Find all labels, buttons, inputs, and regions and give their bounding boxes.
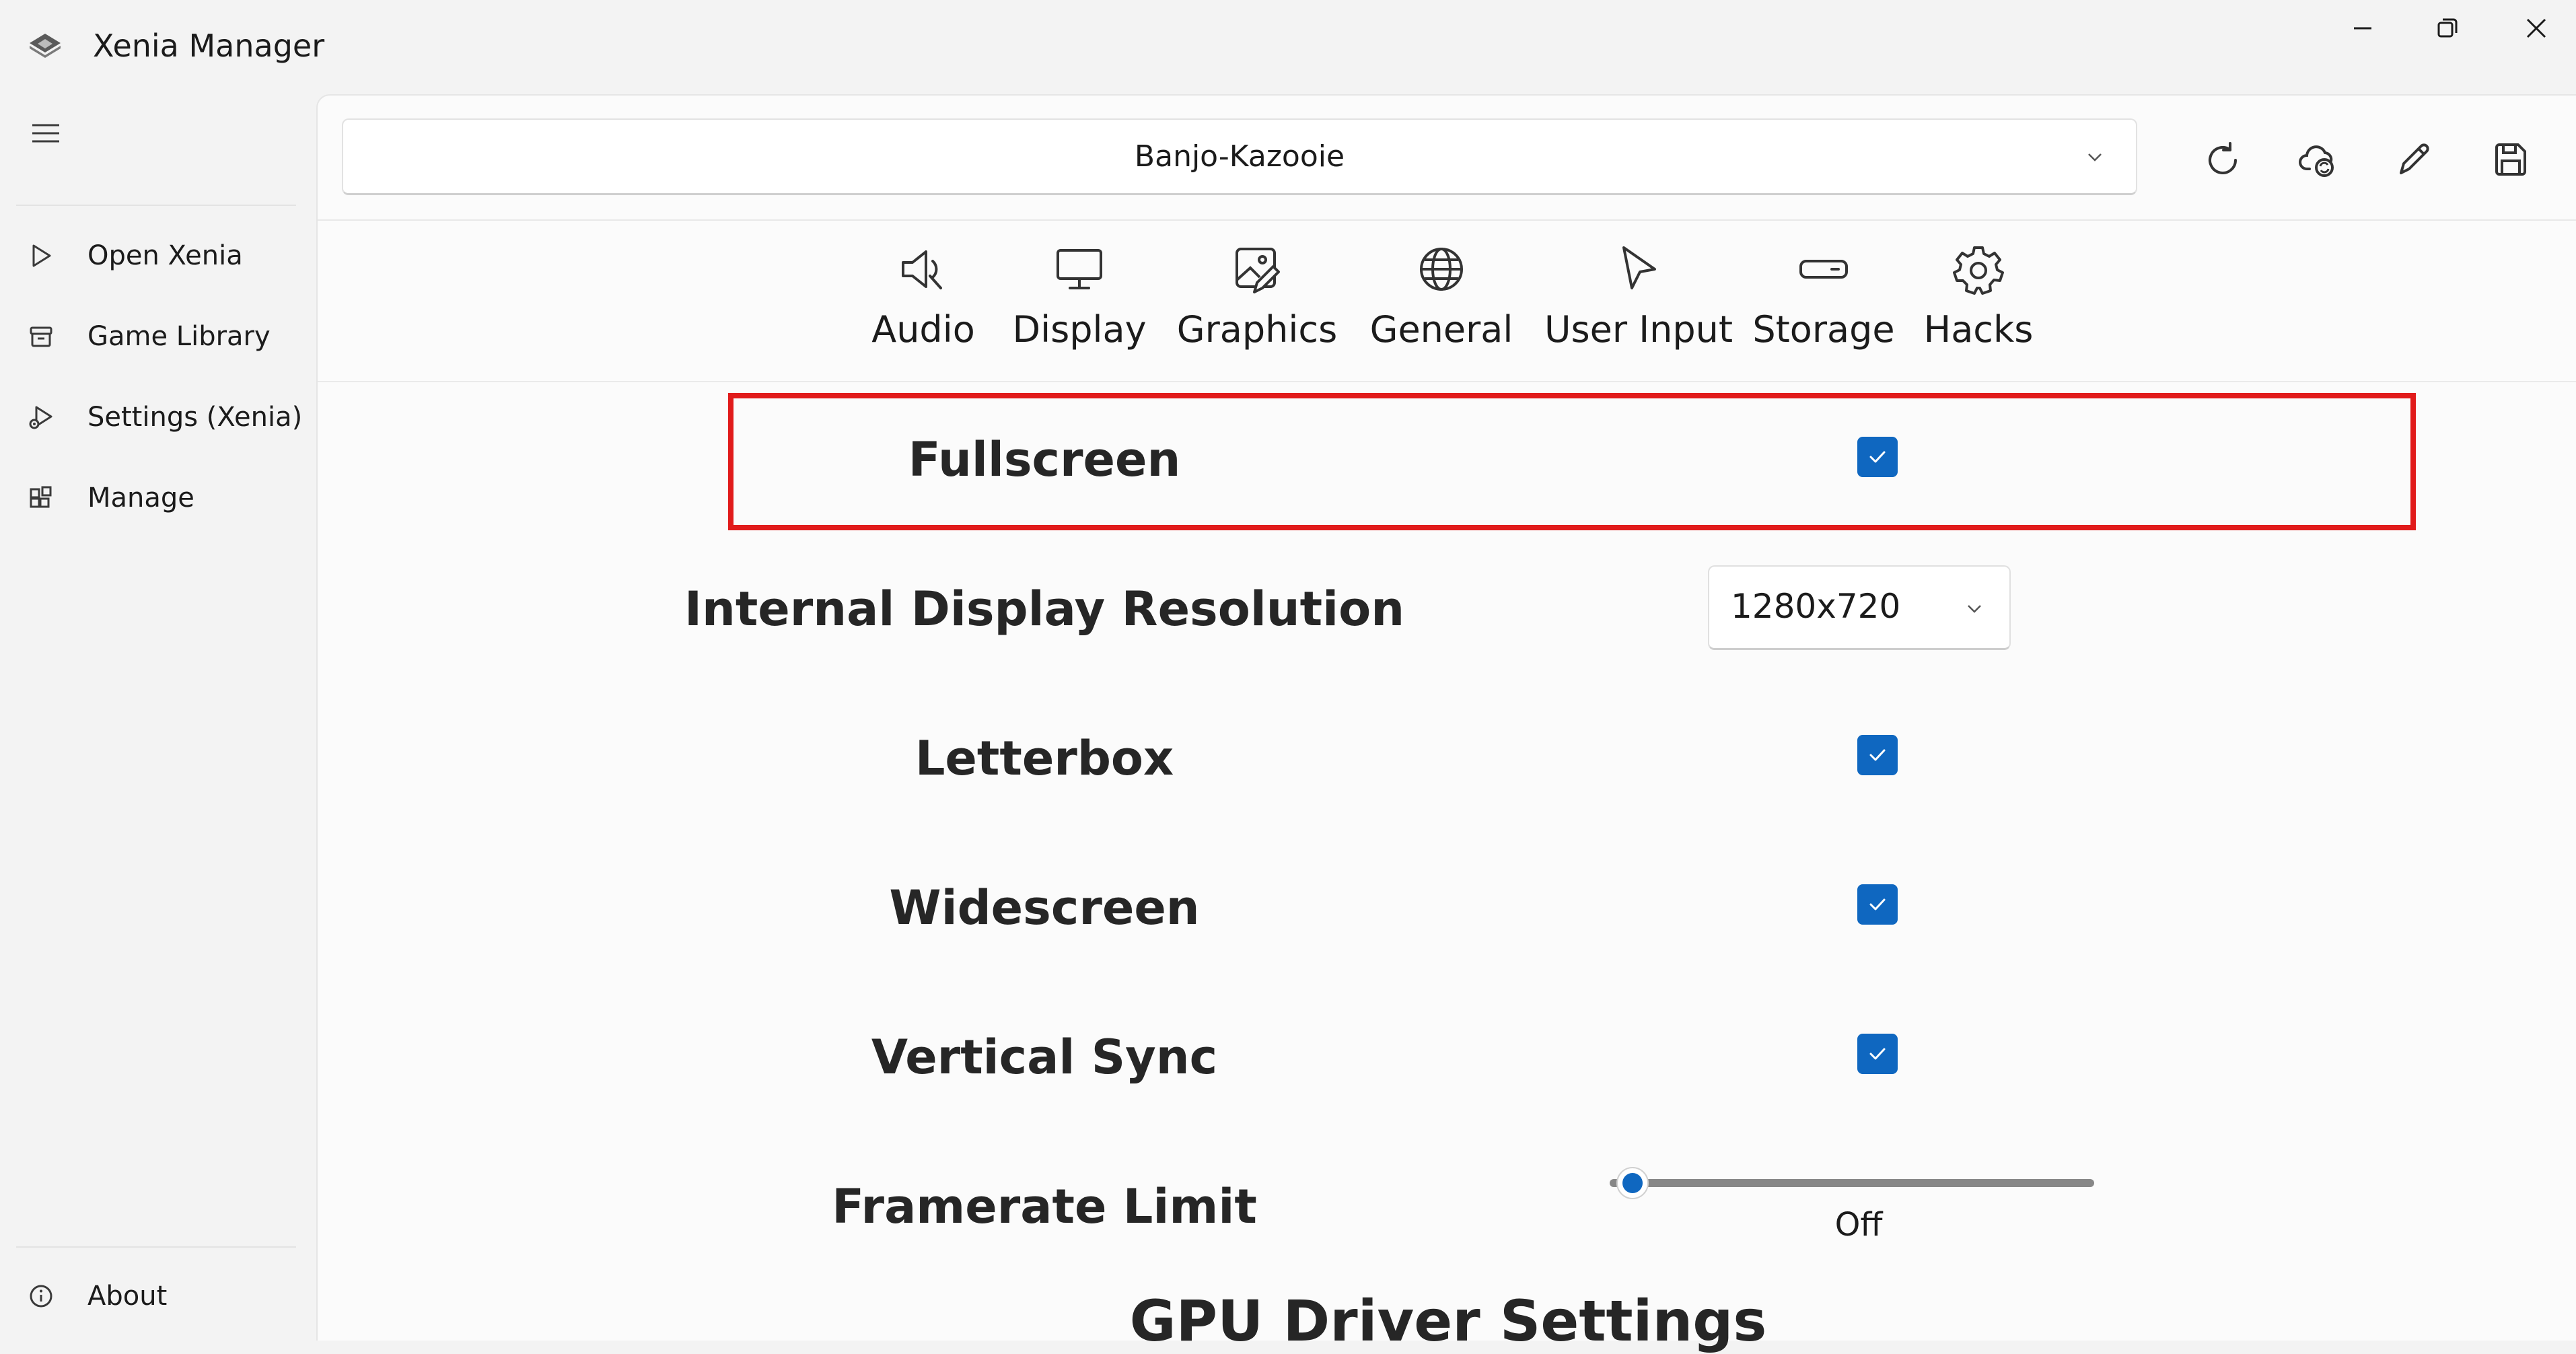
- widescreen-label: Widescreen: [889, 880, 1200, 935]
- nav-item-settings-xenia[interactable]: Settings (Xenia): [27, 390, 310, 444]
- checkmark-icon: [1869, 749, 1886, 761]
- xenia-logo-icon: [30, 34, 61, 58]
- speaker-icon: [902, 250, 942, 289]
- nav-divider: [16, 205, 296, 206]
- nav-item-label: Open Xenia: [87, 240, 243, 271]
- nav-item-manage[interactable]: Manage: [27, 471, 310, 525]
- tab-label: Hacks: [1923, 308, 2034, 351]
- refresh-button[interactable]: [2186, 127, 2260, 194]
- letterbox-checkbox[interactable]: [1857, 735, 1898, 775]
- framerate-slider-thumb[interactable]: [1616, 1167, 1649, 1199]
- cloud-sync-icon: [2299, 145, 2334, 177]
- header-divider: [318, 219, 2576, 221]
- checkmark-icon: [1869, 451, 1886, 463]
- main-panel: Banjo-Kazooie Audio Display Graphics Gen…: [316, 94, 2576, 1354]
- edit-button[interactable]: [2377, 127, 2451, 194]
- close-button[interactable]: [2493, 0, 2576, 57]
- checkmark-icon: [1869, 898, 1886, 911]
- chevron-down-icon: [2088, 153, 2102, 162]
- resolution-value: 1280x720: [1731, 587, 1901, 626]
- tab-label: Audio: [871, 308, 975, 351]
- nav-item-about[interactable]: About: [27, 1269, 310, 1323]
- cursor-icon: [1622, 246, 1656, 289]
- nav-item-label: Manage: [87, 483, 194, 513]
- nav-divider: [16, 1246, 296, 1248]
- apps-icon: [30, 486, 52, 508]
- monitor-icon: [1057, 249, 1102, 289]
- internal-resolution-label: Internal Display Resolution: [684, 581, 1405, 637]
- minimize-button[interactable]: [2319, 0, 2406, 57]
- vertical-sync-checkbox[interactable]: [1857, 1034, 1898, 1074]
- framerate-slider-track[interactable]: [1610, 1179, 2094, 1187]
- nav-item-label: Settings (Xenia): [87, 402, 303, 433]
- app-title: Xenia Manager: [93, 28, 325, 64]
- slider-thumb-dot: [1622, 1173, 1643, 1193]
- gear-icon: [1953, 246, 2004, 295]
- archive-icon: [30, 326, 52, 347]
- minimize-icon: [2354, 27, 2371, 30]
- play-icon: [32, 244, 51, 267]
- save-button[interactable]: [2474, 127, 2548, 194]
- widescreen-checkbox[interactable]: [1857, 884, 1898, 925]
- refresh-icon: [2209, 142, 2237, 174]
- nav-item-label: Game Library: [87, 321, 271, 352]
- tab-label: Graphics: [1176, 308, 1338, 351]
- vertical-sync-label: Vertical Sync: [871, 1030, 1218, 1085]
- settings-play-icon: [29, 406, 52, 429]
- hamburger-icon[interactable]: [27, 118, 65, 148]
- tab-label: Display: [1012, 308, 1147, 351]
- tab-label: User Input: [1544, 308, 1733, 351]
- framerate-limit-label: Framerate Limit: [832, 1179, 1257, 1234]
- game-select-dropdown[interactable]: Banjo-Kazooie: [342, 118, 2137, 195]
- nav-item-open-xenia[interactable]: Open Xenia: [27, 229, 310, 283]
- gpu-driver-settings-heading: GPU Driver Settings: [1129, 1288, 1767, 1354]
- nav-item-game-library[interactable]: Game Library: [27, 310, 310, 363]
- storage-icon: [1799, 260, 1848, 279]
- close-icon: [2526, 18, 2546, 38]
- checkmark-icon: [1869, 1048, 1886, 1060]
- cloud-sync-button[interactable]: [2281, 127, 2355, 194]
- save-icon: [2495, 143, 2526, 176]
- tab-label: General: [1369, 308, 1513, 351]
- restore-icon: [2437, 18, 2458, 38]
- nav-item-label: About: [87, 1281, 168, 1312]
- edit-icon: [2400, 143, 2429, 174]
- fullscreen-checkbox[interactable]: [1857, 437, 1898, 477]
- fullscreen-label: Fullscreen: [908, 432, 1181, 487]
- letterbox-label: Letterbox: [915, 731, 1174, 786]
- resolution-dropdown[interactable]: 1280x720: [1708, 565, 2011, 650]
- tab-label: Storage: [1752, 308, 1895, 351]
- title-bar: Xenia Manager: [0, 0, 2576, 94]
- game-select-value: Banjo-Kazooie: [1134, 139, 1345, 174]
- restore-button[interactable]: [2404, 0, 2491, 57]
- image-edit-icon: [1236, 248, 1280, 293]
- globe-icon: [1420, 248, 1463, 291]
- chevron-down-icon: [1968, 605, 1981, 613]
- info-icon: [30, 1285, 52, 1308]
- framerate-slider-value: Off: [1834, 1206, 1883, 1244]
- tabs-divider: [318, 381, 2576, 382]
